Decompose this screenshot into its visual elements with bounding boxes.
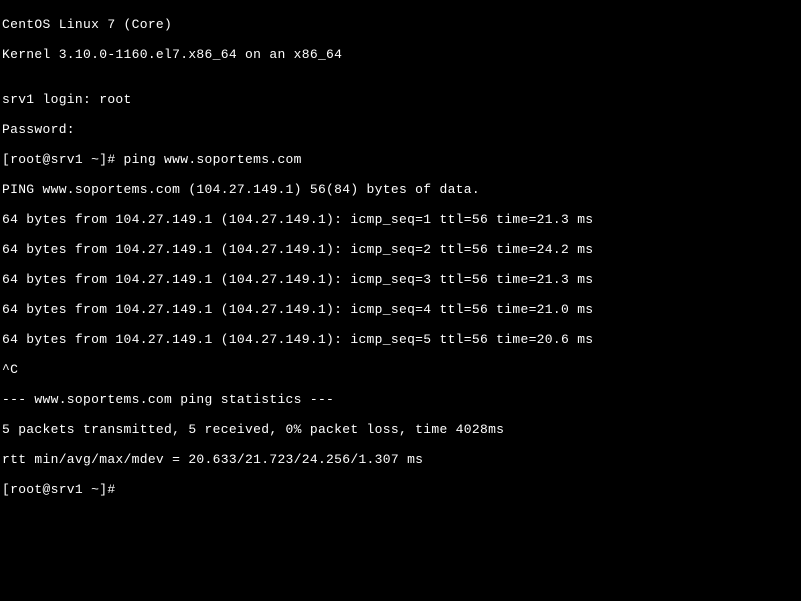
kernel-line: Kernel 3.10.0-1160.el7.x86_64 on an x86_… (2, 47, 799, 62)
ping-reply-3: 64 bytes from 104.27.149.1 (104.27.149.1… (2, 272, 799, 287)
ping-stats-header: --- www.soportems.com ping statistics --… (2, 392, 799, 407)
ping-reply-1: 64 bytes from 104.27.149.1 (104.27.149.1… (2, 212, 799, 227)
ping-reply-4: 64 bytes from 104.27.149.1 (104.27.149.1… (2, 302, 799, 317)
ping-reply-2: 64 bytes from 104.27.149.1 (104.27.149.1… (2, 242, 799, 257)
ping-command-line: [root@srv1 ~]# ping www.soportems.com (2, 152, 799, 167)
ping-stats-packets: 5 packets transmitted, 5 received, 0% pa… (2, 422, 799, 437)
terminal-output[interactable]: CentOS Linux 7 (Core) Kernel 3.10.0-1160… (2, 2, 799, 512)
login-line: srv1 login: root (2, 92, 799, 107)
ping-reply-5: 64 bytes from 104.27.149.1 (104.27.149.1… (2, 332, 799, 347)
interrupt-line: ^C (2, 362, 799, 377)
password-line: Password: (2, 122, 799, 137)
ping-stats-rtt: rtt min/avg/max/mdev = 20.633/21.723/24.… (2, 452, 799, 467)
os-name-line: CentOS Linux 7 (Core) (2, 17, 799, 32)
prompt-line[interactable]: [root@srv1 ~]# (2, 482, 799, 497)
ping-header-line: PING www.soportems.com (104.27.149.1) 56… (2, 182, 799, 197)
